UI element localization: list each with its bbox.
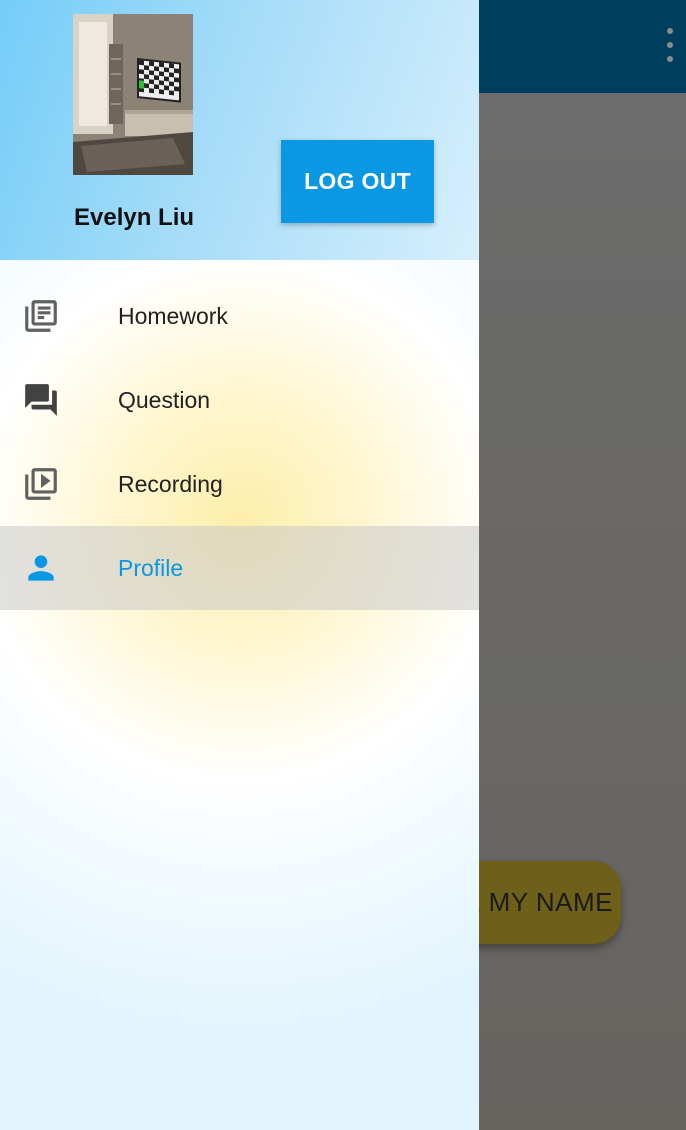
drawer-menu: Homework Question Recording Profile xyxy=(0,274,479,610)
video-library-icon xyxy=(22,465,60,503)
logout-label: LOG OUT xyxy=(304,168,411,194)
menu-label-question: Question xyxy=(118,386,211,413)
person-icon xyxy=(22,549,60,587)
change-name-label: E MY NAME xyxy=(463,887,613,917)
menu-item-question[interactable]: Question xyxy=(0,358,479,442)
menu-item-recording[interactable]: Recording xyxy=(0,442,479,526)
menu-item-homework[interactable]: Homework xyxy=(0,274,479,358)
room-photo-illustration xyxy=(73,14,193,175)
drawer-header: Evelyn Liu LOG OUT xyxy=(0,0,479,260)
menu-label-homework: Homework xyxy=(118,302,228,329)
menu-label-recording: Recording xyxy=(118,470,223,497)
navigation-drawer: Evelyn Liu LOG OUT Homework Question Rec… xyxy=(0,0,479,1130)
menu-item-profile[interactable]: Profile xyxy=(0,526,479,610)
forum-icon xyxy=(22,381,60,419)
logout-button[interactable]: LOG OUT xyxy=(281,140,434,223)
profile-photo xyxy=(73,14,193,175)
overflow-menu-icon[interactable] xyxy=(664,28,676,62)
library-books-icon xyxy=(22,297,60,335)
menu-label-profile: Profile xyxy=(118,554,184,581)
user-name: Evelyn Liu xyxy=(74,204,195,231)
